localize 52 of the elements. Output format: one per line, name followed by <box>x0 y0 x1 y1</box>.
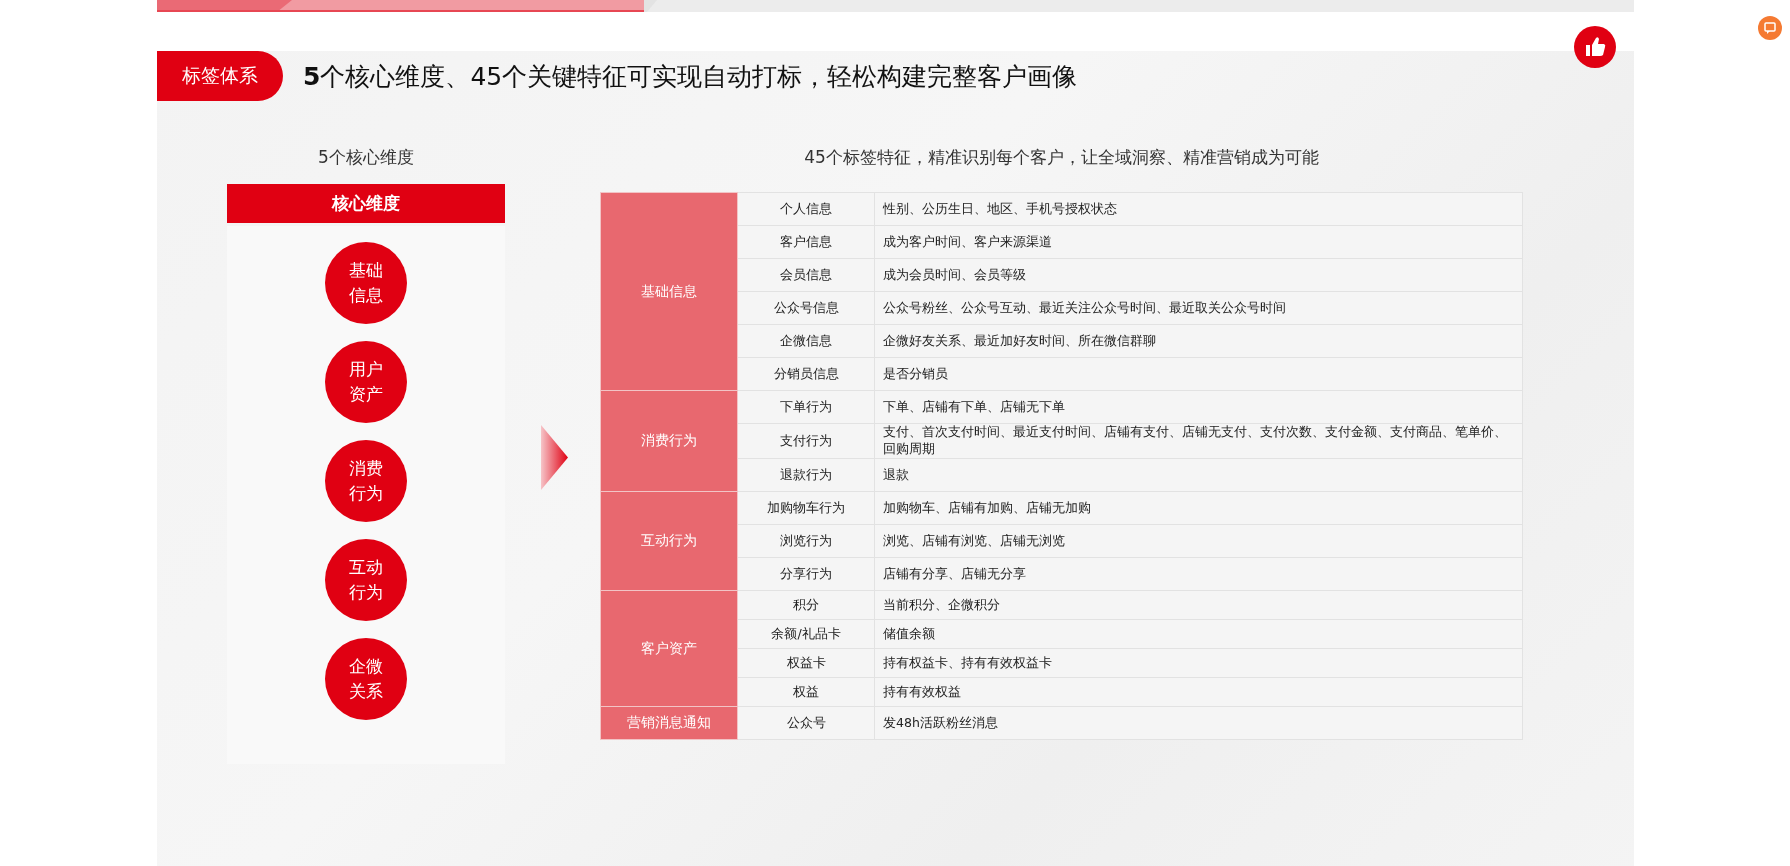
table-cell: 持有权益卡、持有有效权益卡 <box>874 648 1523 678</box>
table-cell: 支付、首次支付时间、最近支付时间、店铺有支付、店铺无支付、支付次数、支付金额、支付商品、笔单价、回购周期 <box>874 423 1523 459</box>
table-cell: 浏览行为 <box>737 524 875 558</box>
table-cell: 公众号信息 <box>737 291 875 325</box>
table-cell: 个人信息 <box>737 192 875 226</box>
table-cell: 客户信息 <box>737 225 875 259</box>
feedback-icon[interactable] <box>1758 16 1782 40</box>
table-cell: 性别、公历生日、地区、手机号授权状态 <box>874 192 1523 226</box>
table-cell: 加购物车行为 <box>737 491 875 525</box>
table-cell: 是否分销员 <box>874 357 1523 391</box>
table-cell: 店铺有分享、店铺无分享 <box>874 557 1523 591</box>
category-cell: 消费行为 <box>600 390 738 492</box>
table-cell: 公众号粉丝、公众号互动、最近关注公众号时间、最近取关公众号时间 <box>874 291 1523 325</box>
arrow-icon <box>541 425 568 490</box>
section-subtitle: 5个核心维度 <box>317 146 415 169</box>
table-cell: 退款 <box>874 458 1523 492</box>
table-cell: 成为会员时间、会员等级 <box>874 258 1523 292</box>
table-cell: 分销员信息 <box>737 357 875 391</box>
column-header: 核心维度 <box>227 184 505 223</box>
category-cell: 营销消息通知 <box>600 706 738 740</box>
category-cell: 基础信息 <box>600 192 738 391</box>
table-cell: 当前积分、企微积分 <box>874 590 1523 620</box>
section-subtitle: 45个标签特征，精准识别每个客户，让全域洞察、精准营销成为可能 <box>803 146 1320 169</box>
dimension-circle: 企微 关系 <box>325 638 407 720</box>
table-cell: 成为客户时间、客户来源渠道 <box>874 225 1523 259</box>
table-cell: 浏览、店铺有浏览、店铺无浏览 <box>874 524 1523 558</box>
thumbs-up-icon <box>1574 26 1616 68</box>
table-cell: 余额/礼品卡 <box>737 619 875 649</box>
table-cell: 下单、店铺有下单、店铺无下单 <box>874 390 1523 424</box>
table-cell: 权益 <box>737 677 875 707</box>
category-cell: 客户资产 <box>600 590 738 707</box>
table-cell: 退款行为 <box>737 458 875 492</box>
dimension-circle: 消费 行为 <box>325 440 407 522</box>
table-cell: 积分 <box>737 590 875 620</box>
table-cell: 企微好友关系、最近加好友时间、所在微信群聊 <box>874 324 1523 358</box>
table-cell: 企微信息 <box>737 324 875 358</box>
headline: 5个核心维度、45个关键特征可实现自动打标，轻松构建完整客户画像 <box>303 60 1078 93</box>
table-cell: 发48h活跃粉丝消息 <box>874 706 1523 740</box>
table-cell: 持有有效权益 <box>874 677 1523 707</box>
category-cell: 互动行为 <box>600 491 738 591</box>
dimension-circle: 用户 资产 <box>325 341 407 423</box>
dimension-circle: 基础 信息 <box>325 242 407 324</box>
table-cell: 权益卡 <box>737 648 875 678</box>
table-cell: 分享行为 <box>737 557 875 591</box>
table-cell: 公众号 <box>737 706 875 740</box>
table-cell: 支付行为 <box>737 423 875 459</box>
table-cell: 会员信息 <box>737 258 875 292</box>
dimension-circle: 互动 行为 <box>325 539 407 621</box>
table-cell: 加购物车、店铺有加购、店铺无加购 <box>874 491 1523 525</box>
table-cell: 下单行为 <box>737 390 875 424</box>
table-cell: 储值余额 <box>874 619 1523 649</box>
section-tag: 标签体系 <box>157 51 283 101</box>
